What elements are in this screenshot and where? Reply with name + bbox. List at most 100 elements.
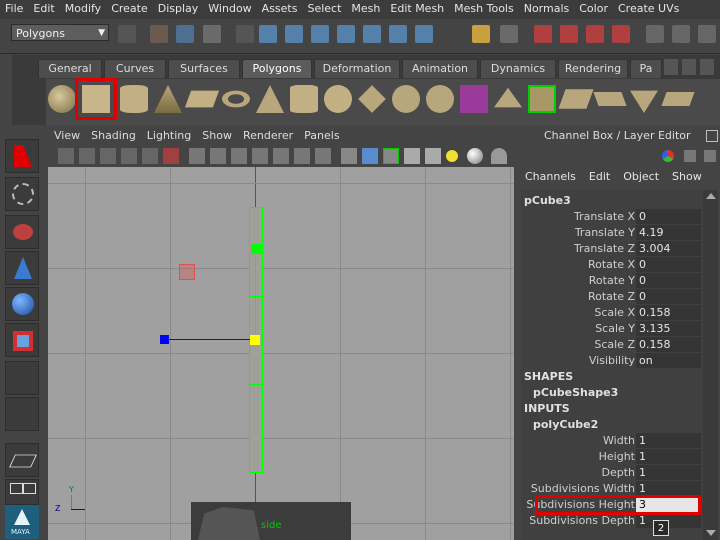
separate-icon[interactable] [392, 85, 420, 113]
scroll-up-icon[interactable] [706, 193, 716, 199]
input-row[interactable]: Width 1 [521, 433, 701, 449]
snap-curve-icon[interactable] [285, 25, 303, 43]
viewport-menu-lighting[interactable]: Lighting [141, 127, 196, 142]
tab-animation[interactable]: Animation [402, 59, 478, 78]
lock-selection-icon[interactable] [236, 25, 254, 43]
viewport-menu-renderer[interactable]: Renderer [237, 127, 298, 142]
mirror-icon[interactable] [494, 87, 522, 108]
tab-curves[interactable]: Curves [104, 59, 166, 78]
render-icon[interactable] [672, 25, 690, 43]
gate-mask-icon[interactable] [252, 148, 268, 164]
menu-edit[interactable]: Edit [28, 0, 59, 15]
history-icon[interactable] [415, 25, 433, 43]
field-chart-icon[interactable] [273, 148, 289, 164]
manipulator-z-handle[interactable] [160, 335, 169, 344]
grease-pencil-icon[interactable] [163, 148, 179, 164]
wireframe-on-shaded-icon[interactable] [383, 148, 399, 164]
poly-pyramid-icon[interactable] [256, 85, 284, 113]
magnet-icon[interactable] [534, 25, 552, 43]
poly-plane-icon[interactable] [184, 90, 220, 108]
poly-torus-icon[interactable] [222, 90, 250, 108]
poly-cone-icon[interactable] [154, 85, 182, 113]
input-ops-icon[interactable] [500, 25, 518, 43]
channel-row[interactable]: Scale Y 3.135 [521, 321, 701, 337]
viewport-menu-shading[interactable]: Shading [85, 127, 141, 142]
input-row[interactable]: Depth 1 [521, 465, 701, 481]
manipulator-settings-icon[interactable] [662, 150, 674, 162]
ambient-occlusion-icon[interactable] [491, 148, 507, 164]
shelf-scroll-right-icon[interactable] [682, 59, 696, 75]
paint-select-tool-icon[interactable] [5, 215, 39, 249]
lasso-tool-icon[interactable] [5, 177, 39, 211]
channel-box-scrollbar[interactable] [703, 190, 718, 540]
close-panel-icon[interactable] [706, 130, 718, 142]
shadows-icon[interactable] [467, 148, 483, 164]
bookmark-icon[interactable] [100, 148, 116, 164]
tab-general[interactable]: General [38, 59, 102, 78]
magnet-curve-icon[interactable] [560, 25, 578, 43]
object-name[interactable]: pCube3 [524, 194, 571, 207]
channel-menu-channels[interactable]: Channels [518, 170, 582, 183]
channel-value[interactable]: 0.158 [636, 305, 701, 320]
snap-plane-icon[interactable] [337, 25, 355, 43]
snap-grid-icon[interactable] [259, 25, 277, 43]
combine-icon[interactable] [358, 85, 386, 113]
menu-normals[interactable]: Normals [519, 0, 575, 15]
snap-point-icon[interactable] [311, 25, 329, 43]
menu-select[interactable]: Select [302, 0, 346, 15]
append-icon[interactable] [593, 92, 627, 106]
pivot-marker[interactable] [179, 264, 195, 280]
input-value[interactable]: 1 [636, 449, 701, 464]
smooth-icon[interactable] [426, 85, 454, 113]
channel-row[interactable]: Scale X 0.158 [521, 305, 701, 321]
channel-row[interactable]: Scale Z 0.158 [521, 337, 701, 353]
textured-icon[interactable] [404, 148, 420, 164]
ipr-render-icon[interactable] [698, 25, 716, 43]
shelf-scroll-left-icon[interactable] [664, 59, 678, 75]
channel-value[interactable]: 0 [636, 273, 701, 288]
shelf-menu-icon[interactable] [700, 59, 714, 75]
channel-value[interactable]: 4.19 [636, 225, 701, 240]
collapse-icon[interactable] [118, 25, 136, 43]
bevel-icon[interactable] [630, 90, 658, 113]
poly-pipe-icon[interactable] [290, 85, 318, 113]
channel-menu-edit[interactable]: Edit [582, 170, 616, 183]
channel-value[interactable]: 3.004 [636, 241, 701, 256]
render-view-icon[interactable] [646, 25, 664, 43]
channel-row[interactable]: Rotate X0 [521, 257, 701, 273]
input-row[interactable]: Height 1 [521, 449, 701, 465]
input-value[interactable]: 1 [636, 433, 701, 448]
move-tool-icon[interactable] [5, 251, 39, 285]
channel-edit-icon[interactable] [684, 150, 696, 162]
last-tool-icon[interactable] [5, 361, 39, 395]
lights-icon[interactable] [446, 150, 458, 162]
input-value[interactable]: 1 [636, 465, 701, 480]
channel-menu-object[interactable]: Object [616, 170, 665, 183]
input-row[interactable]: Subdivisions Depth 1 [521, 513, 701, 529]
channel-row[interactable]: Rotate Z0 [521, 289, 701, 305]
snap-view-icon[interactable] [389, 25, 407, 43]
tab-more[interactable]: Pa [630, 59, 662, 78]
menu-create-uvs[interactable]: Create UVs [613, 0, 684, 15]
safe-title-icon[interactable] [315, 148, 331, 164]
tab-rendering[interactable]: Rendering [558, 59, 628, 78]
menu-set-select[interactable]: Polygons ▼ [11, 24, 109, 41]
viewport-menu-view[interactable]: View [48, 127, 85, 142]
input-value[interactable]: 1 [636, 481, 701, 496]
poly-helix-icon[interactable] [324, 85, 352, 113]
menu-assets[interactable]: Assets [257, 0, 303, 15]
menu-edit-mesh[interactable]: Edit Mesh [385, 0, 449, 15]
safe-action-icon[interactable] [294, 148, 310, 164]
image-plane-icon[interactable] [121, 148, 137, 164]
channel-row[interactable]: Translate X0 [521, 209, 701, 225]
camera-select-icon[interactable] [58, 148, 74, 164]
channel-value[interactable]: on [636, 353, 701, 368]
snap-surface-icon[interactable] [363, 25, 381, 43]
channel-row[interactable]: Rotate Y0 [521, 273, 701, 289]
bool-icon[interactable] [460, 85, 488, 113]
channel-select-icon[interactable] [704, 150, 716, 162]
magnet-surface-icon[interactable] [612, 25, 630, 43]
channel-value[interactable]: 0 [636, 209, 701, 224]
channel-value[interactable]: 0 [636, 257, 701, 272]
tab-surfaces[interactable]: Surfaces [168, 59, 240, 78]
